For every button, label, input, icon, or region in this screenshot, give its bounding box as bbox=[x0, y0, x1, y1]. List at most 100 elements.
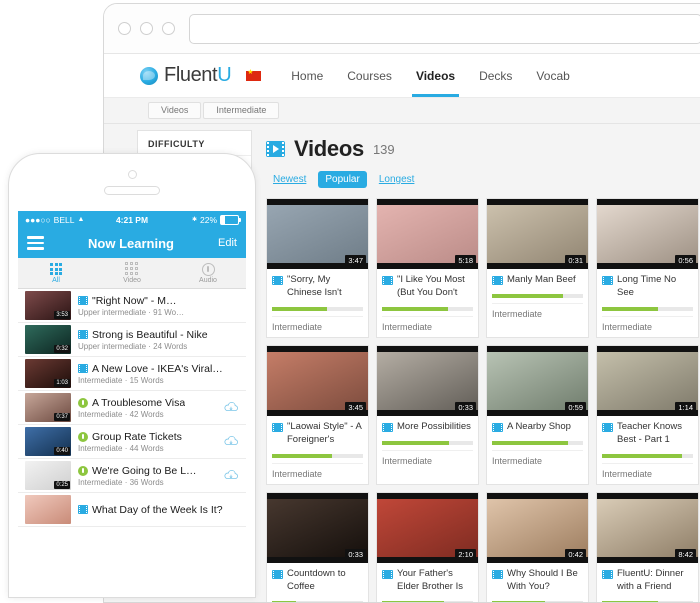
film-icon bbox=[78, 330, 88, 339]
letterbox-bar-top bbox=[377, 346, 478, 352]
video-thumbnail[interactable]: 0:56 bbox=[597, 199, 698, 269]
audio-icon bbox=[78, 432, 88, 442]
window-controls[interactable] bbox=[118, 22, 175, 35]
video-card[interactable]: 1:14Teacher Knows Best - Part 1Intermedi… bbox=[596, 345, 699, 485]
main-nav: Home Courses Videos Decks Vocab bbox=[291, 54, 570, 97]
segment-video[interactable]: Video bbox=[94, 263, 170, 284]
hamburger-icon[interactable] bbox=[27, 233, 44, 253]
video-card[interactable]: 0:33Countdown to CoffeeIntermediate bbox=[266, 492, 369, 603]
breadcrumb-item-videos[interactable]: Videos bbox=[148, 102, 201, 119]
sort-tabs: Newest Popular Longest bbox=[266, 171, 700, 188]
tab-popular[interactable]: Popular bbox=[318, 171, 366, 188]
video-level: Intermediate bbox=[492, 303, 583, 319]
list-item[interactable]: 1:03 A New Love - IKEA's Viral…Intermedia… bbox=[18, 357, 246, 391]
video-card[interactable]: 3:47"Sorry, My Chinese Isn't Very Good" … bbox=[266, 198, 369, 338]
segment-audio[interactable]: Audio bbox=[170, 263, 246, 284]
list-item-title: A Troublesome Visa bbox=[92, 397, 185, 409]
list-item-thumbnail[interactable]: 0:25 bbox=[25, 461, 71, 490]
minimize-icon[interactable] bbox=[140, 22, 153, 35]
list-item-body: Group Rate TicketsIntermediate · 44 Word… bbox=[78, 431, 216, 453]
video-thumbnail[interactable]: 8:42 bbox=[597, 493, 698, 563]
video-thumbnail[interactable]: 5:18 bbox=[377, 199, 478, 269]
nav-item-courses[interactable]: Courses bbox=[347, 54, 392, 97]
nav-item-videos[interactable]: Videos bbox=[416, 54, 455, 97]
list-item[interactable]: 3:53"Right Now" - M…Upper intermediate ·… bbox=[18, 289, 246, 323]
fluentu-logo[interactable]: FluentU bbox=[140, 64, 261, 87]
download-cloud-icon[interactable] bbox=[223, 436, 239, 447]
page-title: Videos bbox=[294, 136, 364, 162]
video-card[interactable]: 0:33More PossibilitiesIntermediate bbox=[376, 345, 479, 485]
list-item[interactable]: 0:25 We're Going to Be L…Intermediate · 3… bbox=[18, 459, 246, 493]
segment-all[interactable]: All bbox=[18, 263, 94, 284]
progress-bar bbox=[492, 441, 583, 445]
film-icon bbox=[272, 276, 283, 285]
letterbox-bar-top bbox=[377, 199, 478, 205]
list-item-duration: 3:53 bbox=[54, 311, 70, 319]
video-thumbnail[interactable]: 1:14 bbox=[597, 346, 698, 416]
video-thumbnail[interactable]: 0:33 bbox=[377, 346, 478, 416]
video-meta: Your Father's Elder Brother Is Called Wh… bbox=[377, 563, 478, 603]
china-flag-icon[interactable] bbox=[246, 71, 261, 81]
nav-item-decks[interactable]: Decks bbox=[479, 54, 512, 97]
film-icon bbox=[78, 364, 88, 373]
close-icon[interactable] bbox=[118, 22, 131, 35]
breadcrumb-item-intermediate[interactable]: Intermediate bbox=[203, 102, 279, 119]
list-item-subtitle: Upper intermediate · 24 Words bbox=[78, 342, 239, 351]
video-grid: 3:47"Sorry, My Chinese Isn't Very Good" … bbox=[266, 198, 700, 603]
video-thumbnail[interactable]: 0:31 bbox=[487, 199, 588, 269]
maximize-icon[interactable] bbox=[162, 22, 175, 35]
video-thumbnail[interactable]: 2:10 bbox=[377, 493, 478, 563]
list-item-duration: 0:25 bbox=[54, 481, 70, 489]
nav-item-vocab[interactable]: Vocab bbox=[536, 54, 569, 97]
video-card[interactable]: 2:10Your Father's Elder Brother Is Calle… bbox=[376, 492, 479, 603]
video-card[interactable]: 0:59A Nearby ShopIntermediate bbox=[486, 345, 589, 485]
download-cloud-icon[interactable] bbox=[223, 470, 239, 481]
film-icon bbox=[492, 276, 503, 285]
list-item-subtitle: Intermediate · 36 Words bbox=[78, 478, 216, 487]
bluetooth-icon: ✱ bbox=[192, 216, 197, 223]
video-meta: A Nearby ShopIntermediate bbox=[487, 416, 588, 466]
video-thumbnail[interactable]: 0:59 bbox=[487, 346, 588, 416]
video-card[interactable]: 0:31Manly Man BeefIntermediate bbox=[486, 198, 589, 338]
video-thumbnail[interactable]: 3:45 bbox=[267, 346, 368, 416]
list-item-thumbnail[interactable]: 1:03 bbox=[25, 359, 71, 388]
video-card[interactable]: 0:42Why Should I Be With You?Intermediat… bbox=[486, 492, 589, 603]
film-icon bbox=[78, 505, 88, 514]
film-icon bbox=[602, 570, 613, 579]
list-item-thumbnail[interactable]: 0:40 bbox=[25, 427, 71, 456]
list-item[interactable]: What Day of the Week Is It? bbox=[18, 493, 246, 527]
list-item[interactable]: 0:37A Troublesome VisaIntermediate · 42 … bbox=[18, 391, 246, 425]
url-input[interactable] bbox=[189, 14, 700, 44]
list-item[interactable]: 0:32Strong is Beautiful - NikeUpper inte… bbox=[18, 323, 246, 357]
list-item-thumbnail[interactable]: 0:32 bbox=[25, 325, 71, 354]
video-thumbnail[interactable]: 0:33 bbox=[267, 493, 368, 563]
film-icon bbox=[492, 423, 503, 432]
tab-newest[interactable]: Newest bbox=[266, 171, 313, 188]
video-card[interactable]: 0:56Long Time No SeeIntermediate bbox=[596, 198, 699, 338]
list-item[interactable]: 0:40 Group Rate TicketsIntermediate · 44 … bbox=[18, 425, 246, 459]
edit-button[interactable]: Edit bbox=[218, 237, 237, 249]
video-level: Intermediate bbox=[602, 463, 693, 479]
list-item-subtitle: Intermediate · 15 Words bbox=[78, 376, 239, 385]
video-duration: 0:56 bbox=[675, 255, 696, 266]
nav-item-home[interactable]: Home bbox=[291, 54, 323, 97]
video-card[interactable]: 8:42FluentU: Dinner with a Friend (Full)… bbox=[596, 492, 699, 603]
video-card[interactable]: 5:18"I Like You Most (But You Don't Know… bbox=[376, 198, 479, 338]
video-thumbnail[interactable]: 3:47 bbox=[267, 199, 368, 269]
film-icon bbox=[492, 570, 503, 579]
video-duration: 5:18 bbox=[455, 255, 476, 266]
video-thumbnail[interactable]: 0:42 bbox=[487, 493, 588, 563]
list-item-title: We're Going to Be L… bbox=[92, 465, 197, 477]
tab-longest[interactable]: Longest bbox=[372, 171, 422, 188]
film-icon bbox=[382, 570, 393, 579]
list-item-thumbnail[interactable] bbox=[25, 495, 71, 524]
segmented-control: All Video Audio bbox=[18, 258, 246, 289]
letterbox-bar-top bbox=[487, 493, 588, 499]
download-cloud-icon[interactable] bbox=[223, 402, 239, 413]
list-item-thumbnail[interactable]: 3:53 bbox=[25, 291, 71, 320]
list-item-thumbnail[interactable]: 0:37 bbox=[25, 393, 71, 422]
earpiece-speaker bbox=[104, 186, 160, 195]
video-card[interactable]: 3:45"Laowai Style" - A Foreigner's Gangn… bbox=[266, 345, 369, 485]
list-item-title: A New Love - IKEA's Viral… bbox=[92, 363, 223, 375]
progress-bar bbox=[602, 454, 693, 458]
